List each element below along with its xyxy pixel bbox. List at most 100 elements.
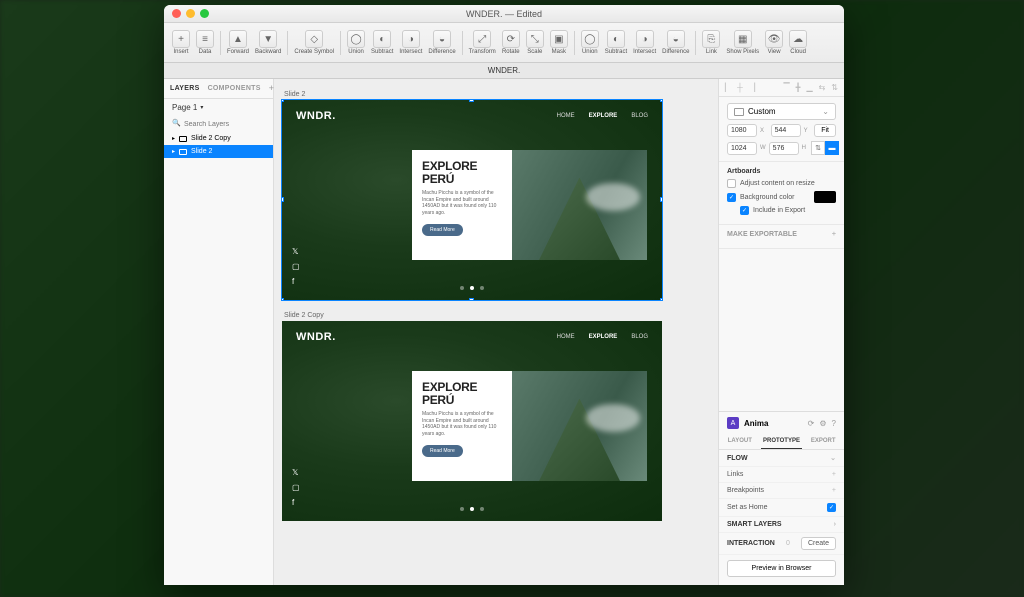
plugin-tab-prototype[interactable]: PROTOTYPE (761, 434, 803, 449)
selection-handle[interactable] (282, 298, 284, 300)
dot[interactable] (470, 507, 474, 511)
tool-show-pixels[interactable]: ▦Show Pixels (724, 30, 761, 55)
dot[interactable] (460, 507, 464, 511)
tool-union[interactable]: ◯Union (345, 30, 367, 55)
h-input[interactable] (769, 142, 799, 155)
distribute-v-icon[interactable]: ⇅ (831, 83, 838, 92)
instagram-icon[interactable]: ▢ (292, 262, 300, 271)
fit-button[interactable]: Fit (814, 124, 836, 137)
tool-mask[interactable]: ▣Mask (548, 30, 570, 55)
tab-layers[interactable]: LAYERS (170, 85, 200, 92)
instagram-icon[interactable]: ▢ (292, 483, 300, 492)
w-input[interactable] (727, 142, 757, 155)
artboard[interactable]: WNDR.HOMEEXPLOREBLOGEXPLOREPERÚMachu Pic… (282, 321, 662, 521)
flow-collapse-icon[interactable]: ⌄ (830, 454, 836, 462)
lock-aspect-icon[interactable]: ⇅ (811, 141, 825, 155)
nav-link[interactable]: EXPLORE (589, 113, 618, 119)
size-preset-select[interactable]: Custom ⌄ (727, 103, 836, 120)
fullscreen-icon[interactable] (200, 9, 209, 18)
artboard[interactable]: WNDR.HOMEEXPLOREBLOGEXPLOREPERÚMachu Pic… (282, 100, 662, 300)
plugin-help-icon[interactable]: ? (832, 419, 836, 428)
selection-handle[interactable] (469, 298, 474, 300)
dot[interactable] (460, 286, 464, 290)
tool-subtract[interactable]: ◐Subtract (603, 30, 629, 55)
set-home-row[interactable]: Set as Home (727, 504, 767, 511)
tool-view[interactable]: 👁View (763, 30, 785, 55)
tool-data[interactable]: ≡Data (194, 30, 216, 55)
nav-link[interactable]: BLOG (631, 334, 648, 340)
twitter-icon[interactable]: 𝕏 (292, 247, 300, 256)
read-more-button[interactable]: Read More (422, 224, 463, 236)
nav-link[interactable]: HOME (557, 113, 575, 119)
bg-color-checkbox[interactable]: ✓ (727, 193, 736, 202)
align-right-icon[interactable]: ▕ (749, 83, 755, 92)
preview-browser-button[interactable]: Preview in Browser (727, 560, 836, 577)
tool-subtract[interactable]: ◐Subtract (369, 30, 395, 55)
dot[interactable] (470, 286, 474, 290)
align-bottom-icon[interactable]: ▁ (806, 83, 812, 92)
disclosure-triangle-icon[interactable]: ▸ (172, 135, 175, 142)
adjust-content-checkbox[interactable] (727, 179, 736, 188)
twitter-icon[interactable]: 𝕏 (292, 468, 300, 477)
plugin-tab-layout[interactable]: LAYOUT (719, 434, 761, 449)
disclosure-triangle-icon[interactable]: ▸ (172, 148, 175, 155)
tool-transform[interactable]: ⤢Transform (467, 30, 498, 55)
align-center-h-icon[interactable]: ┼ (737, 83, 743, 92)
nav-link[interactable]: HOME (557, 334, 575, 340)
read-more-button[interactable]: Read More (422, 445, 463, 457)
smart-layers-expand-icon[interactable]: › (834, 521, 836, 528)
tool-forward[interactable]: ▲Forward (225, 30, 251, 55)
create-interaction-button[interactable]: Create (801, 537, 836, 550)
tab-components[interactable]: COMPONENTS (208, 85, 261, 92)
facebook-icon[interactable]: f (292, 277, 300, 286)
artboard-label[interactable]: Slide 2 Copy (284, 312, 710, 319)
tool-scale[interactable]: ⤡Scale (524, 30, 546, 55)
dot[interactable] (480, 286, 484, 290)
links-row[interactable]: Links (727, 471, 743, 478)
layer-search[interactable] (170, 118, 267, 130)
selection-handle[interactable] (660, 197, 662, 202)
plugin-tab-export[interactable]: EXPORT (802, 434, 844, 449)
plugin-sync-icon[interactable]: ⟳ (808, 419, 815, 428)
selection-handle[interactable] (282, 197, 284, 202)
include-export-checkbox[interactable]: ✓ (740, 206, 749, 215)
tool-insert[interactable]: +Insert (170, 30, 192, 55)
add-breakpoint-icon[interactable]: + (832, 487, 836, 494)
add-export-icon[interactable]: + (832, 231, 836, 238)
minimize-icon[interactable] (186, 9, 195, 18)
breakpoints-row[interactable]: Breakpoints (727, 487, 764, 494)
tool-intersect[interactable]: ◑Intersect (397, 30, 424, 55)
plugin-settings-icon[interactable]: ⚙ (819, 419, 826, 428)
tool-create-symbol[interactable]: ◇Create Symbol (292, 30, 336, 55)
set-home-checkbox[interactable]: ✓ (827, 503, 836, 512)
document-tab[interactable]: WNDER. (488, 66, 520, 75)
tool-union[interactable]: ◯Union (579, 30, 601, 55)
align-top-icon[interactable]: ▔ (783, 83, 789, 92)
search-input[interactable] (170, 119, 267, 130)
y-input[interactable] (771, 124, 801, 137)
artboard-label[interactable]: Slide 2 (284, 91, 710, 98)
tool-rotate[interactable]: ⟳Rotate (500, 30, 522, 55)
tool-backward[interactable]: ▼Backward (253, 30, 283, 55)
tool-link[interactable]: ⎘Link (700, 30, 722, 55)
dot[interactable] (480, 507, 484, 511)
nav-link[interactable]: EXPLORE (589, 334, 618, 340)
tool-difference[interactable]: ◒Difference (660, 30, 691, 55)
tool-difference[interactable]: ◒Difference (426, 30, 457, 55)
layer-item[interactable]: ▸Slide 2 Copy (164, 132, 273, 145)
canvas[interactable]: Slide 2WNDR.HOMEEXPLOREBLOGEXPLOREPERÚMa… (274, 79, 718, 585)
selection-handle[interactable] (660, 100, 662, 102)
tool-cloud[interactable]: ☁Cloud (787, 30, 809, 55)
layer-item[interactable]: ▸Slide 2 (164, 145, 273, 158)
bg-color-swatch[interactable] (814, 191, 836, 203)
align-left-icon[interactable]: ▏ (725, 83, 731, 92)
selection-handle[interactable] (660, 298, 662, 300)
facebook-icon[interactable]: f (292, 498, 300, 507)
page-selector[interactable]: Page 1 ▾ (164, 99, 273, 116)
align-middle-icon[interactable]: ╋ (796, 83, 801, 92)
nav-link[interactable]: BLOG (631, 113, 648, 119)
close-icon[interactable] (172, 9, 181, 18)
add-link-icon[interactable]: + (832, 471, 836, 478)
x-input[interactable] (727, 124, 757, 137)
tool-intersect[interactable]: ◑Intersect (631, 30, 658, 55)
